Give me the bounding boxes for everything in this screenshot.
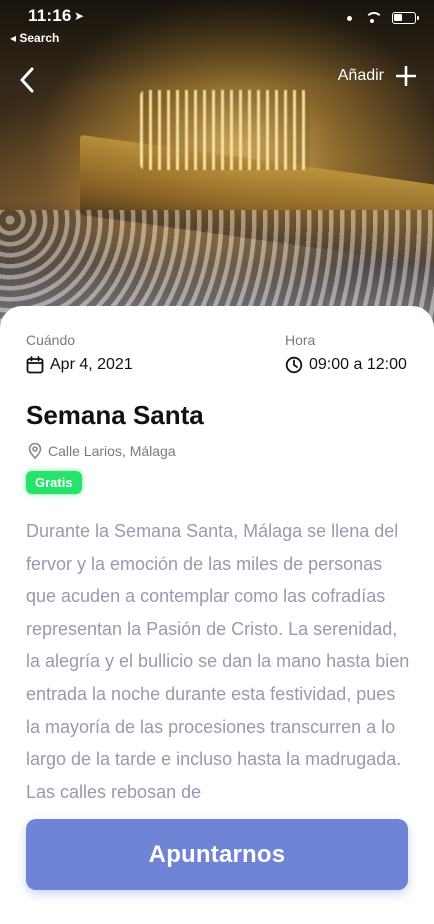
time-label: Hora bbox=[285, 332, 316, 348]
event-time-range: 09:00 a 12:00 bbox=[309, 356, 407, 373]
signal-icon bbox=[347, 15, 352, 21]
event-detail-card: Cuándo Apr 4, 2021 Hora 09:00 a 12:00 Se… bbox=[0, 306, 434, 924]
clock-icon bbox=[285, 356, 303, 374]
map-pin-icon bbox=[28, 443, 42, 459]
chevron-left-icon bbox=[20, 67, 34, 93]
calendar-icon bbox=[26, 356, 44, 374]
wifi-icon bbox=[364, 12, 383, 24]
status-time: 11:16 bbox=[28, 6, 72, 25]
status-back-link[interactable]: ◂ Search bbox=[10, 31, 59, 45]
time-block: Hora 09:00 a 12:00 bbox=[285, 332, 407, 374]
event-date: Apr 4, 2021 bbox=[50, 356, 133, 373]
status-indicators bbox=[347, 12, 419, 24]
status-bar: 11:16 ➤ ◂ Search bbox=[0, 0, 434, 50]
plus-icon bbox=[396, 66, 416, 86]
location-arrow-icon: ➤ bbox=[74, 9, 85, 23]
event-location-text: Calle Larios, Málaga bbox=[48, 443, 176, 459]
date-value-row: Apr 4, 2021 bbox=[26, 356, 133, 374]
event-title: Semana Santa bbox=[26, 400, 204, 430]
add-label: Añadir bbox=[337, 67, 384, 84]
event-location[interactable]: Calle Larios, Málaga bbox=[28, 443, 176, 459]
battery-icon bbox=[392, 12, 419, 24]
event-meta: Cuándo Apr 4, 2021 Hora 09:00 a 12:00 bbox=[26, 332, 408, 382]
back-button[interactable] bbox=[12, 62, 42, 98]
time-value-row: 09:00 a 12:00 bbox=[285, 356, 407, 374]
when-label: Cuándo bbox=[26, 332, 76, 348]
price-badge: Gratis bbox=[26, 471, 82, 494]
signup-button[interactable]: Apuntarnos bbox=[26, 819, 408, 890]
when-block: Cuándo Apr 4, 2021 bbox=[26, 332, 133, 374]
add-button[interactable]: Añadir bbox=[338, 66, 416, 86]
event-description: Durante la Semana Santa, Málaga se llena… bbox=[26, 521, 410, 802]
